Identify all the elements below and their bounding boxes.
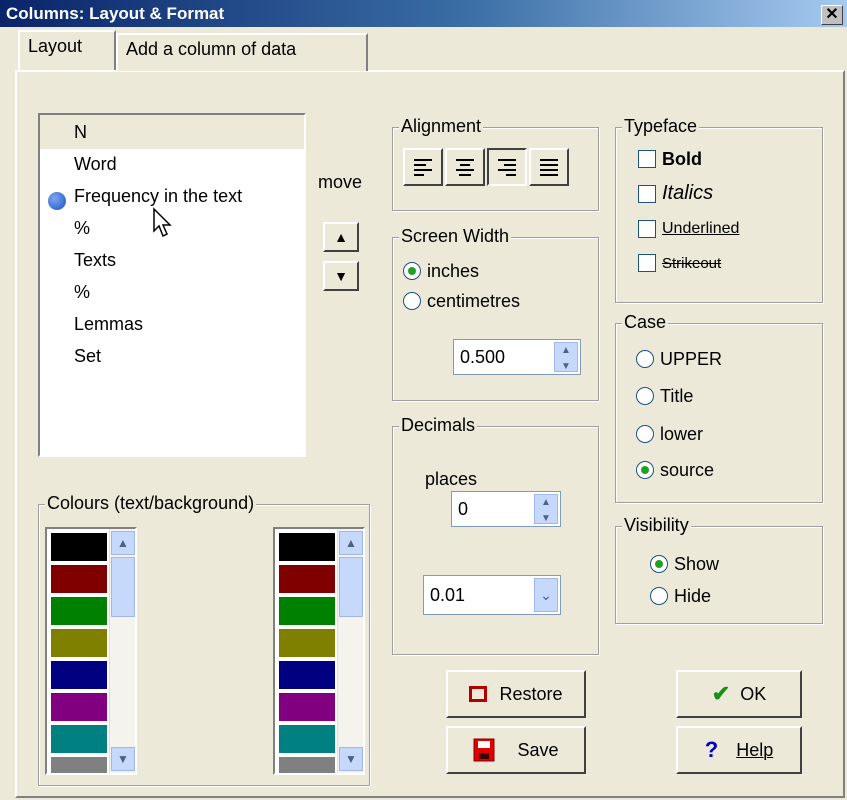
colour-swatch[interactable] xyxy=(51,725,107,753)
tab-layout[interactable]: Layout xyxy=(18,30,116,70)
align-justify-icon xyxy=(540,159,558,176)
align-left-button[interactable] xyxy=(403,148,443,186)
places-label: places xyxy=(425,469,478,489)
column-item[interactable]: Texts xyxy=(74,245,116,275)
column-item[interactable]: Set xyxy=(74,341,101,371)
scroll-thumb[interactable] xyxy=(339,557,363,617)
background-colour-list[interactable]: ▲ ▼ xyxy=(273,527,365,775)
move-label: move xyxy=(318,172,363,192)
alignment-title: Alignment xyxy=(399,116,484,137)
colour-swatch[interactable] xyxy=(51,597,107,625)
case-title-radio[interactable]: Title xyxy=(636,385,693,407)
show-radio[interactable]: Show xyxy=(650,553,719,575)
selected-bullet-icon xyxy=(48,192,66,210)
colours-group: Colours (text/background) ▲ ▼ ▲ ▼ xyxy=(38,493,370,786)
tab-add-column[interactable]: Add a column of data xyxy=(116,33,368,71)
case-lower-radio[interactable]: lower xyxy=(636,423,703,445)
screen-width-title: Screen Width xyxy=(399,226,512,247)
column-item[interactable]: N xyxy=(74,117,87,147)
case-source-radio[interactable]: source xyxy=(636,459,714,481)
arrow-down-icon: ▼ xyxy=(334,268,348,284)
colour-swatch[interactable] xyxy=(51,661,107,689)
align-left-icon xyxy=(414,159,432,176)
scroll-down-icon[interactable]: ▼ xyxy=(339,747,363,771)
colour-swatch[interactable] xyxy=(51,757,107,773)
inches-radio[interactable]: inches xyxy=(403,260,479,282)
scroll-down-icon[interactable]: ▼ xyxy=(111,747,135,771)
colour-swatch[interactable] xyxy=(279,533,335,561)
underlined-checkbox[interactable]: Underlined xyxy=(638,220,739,238)
text-colour-list[interactable]: ▲ ▼ xyxy=(45,527,137,775)
restore-button[interactable]: Restore xyxy=(446,670,586,718)
typeface-title: Typeface xyxy=(622,116,700,137)
align-right-icon xyxy=(498,159,516,176)
colour-swatch[interactable] xyxy=(51,533,107,561)
chevron-down-icon[interactable]: ⌄ xyxy=(534,578,558,612)
align-right-button[interactable] xyxy=(487,148,527,186)
alignment-group: Alignment xyxy=(392,116,599,211)
case-upper-radio[interactable]: UPPER xyxy=(636,348,722,370)
colour-swatch[interactable] xyxy=(279,661,335,689)
arrow-up-icon: ▲ xyxy=(334,229,348,245)
screen-width-group: Screen Width inches centimetres 0.500 ▲ ▼ xyxy=(392,226,599,401)
scroll-up-icon[interactable]: ▲ xyxy=(111,531,135,555)
column-item[interactable]: Lemmas xyxy=(74,309,143,339)
places-spinner[interactable]: 0 ▲ ▼ xyxy=(451,491,561,527)
checkmark-icon: ✔ xyxy=(711,681,731,706)
centimetres-radio[interactable]: centimetres xyxy=(403,290,520,312)
italics-checkbox[interactable]: Italics xyxy=(638,182,713,205)
scroll-thumb[interactable] xyxy=(111,557,135,617)
floppy-disk-icon xyxy=(473,738,495,762)
spinner-arrows-icon[interactable]: ▲ ▼ xyxy=(554,342,578,372)
colours-title: Colours (text/background) xyxy=(45,493,257,514)
ok-button[interactable]: ✔ OK xyxy=(676,670,802,718)
move-down-button[interactable]: ▼ xyxy=(323,261,359,291)
scrollbar[interactable]: ▲ ▼ xyxy=(337,529,363,773)
colour-swatch[interactable] xyxy=(51,629,107,657)
column-item[interactable]: Word xyxy=(74,149,117,179)
decimals-title: Decimals xyxy=(399,415,478,436)
colour-swatch[interactable] xyxy=(279,725,335,753)
case-group: Case UPPER Title lower source xyxy=(615,312,823,503)
align-center-button[interactable] xyxy=(445,148,485,186)
colour-swatch[interactable] xyxy=(279,693,335,721)
bold-checkbox[interactable]: Bold xyxy=(638,148,702,170)
close-button[interactable]: ✕ xyxy=(821,5,843,25)
colour-swatch[interactable] xyxy=(279,757,335,773)
align-center-icon xyxy=(456,159,474,176)
save-button[interactable]: Save xyxy=(446,726,586,774)
align-justify-button[interactable] xyxy=(529,148,569,186)
case-title: Case xyxy=(622,312,669,333)
decimals-group: Decimals places 0 ▲ ▼ 0.01 ⌄ xyxy=(392,415,599,655)
column-list[interactable]: N Word Frequency in the text % Texts % L… xyxy=(38,113,306,457)
question-mark-icon: ? xyxy=(704,737,719,762)
move-up-button[interactable]: ▲ xyxy=(323,222,359,252)
screen-width-spinner[interactable]: 0.500 ▲ ▼ xyxy=(453,339,581,375)
hide-radio[interactable]: Hide xyxy=(650,585,711,607)
typeface-group: Typeface Bold Italics Underlined Strikeo… xyxy=(615,116,823,303)
colour-swatch[interactable] xyxy=(51,693,107,721)
strikeout-checkbox[interactable]: Strikeout xyxy=(638,254,721,273)
colour-swatch[interactable] xyxy=(51,565,107,593)
column-item[interactable]: % xyxy=(74,213,90,243)
visibility-group: Visibility Show Hide xyxy=(615,515,823,624)
column-item[interactable]: % xyxy=(74,277,90,307)
colour-swatch[interactable] xyxy=(279,597,335,625)
spinner-arrows-icon[interactable]: ▲ ▼ xyxy=(534,494,558,524)
colour-swatch[interactable] xyxy=(279,629,335,657)
scroll-up-icon[interactable]: ▲ xyxy=(339,531,363,555)
rounding-dropdown[interactable]: 0.01 ⌄ xyxy=(423,575,561,615)
scrollbar[interactable]: ▲ ▼ xyxy=(109,529,135,773)
colour-swatch[interactable] xyxy=(279,565,335,593)
restore-icon xyxy=(469,686,488,702)
visibility-title: Visibility xyxy=(622,515,691,536)
mouse-pointer-icon xyxy=(153,207,172,238)
help-button[interactable]: ? Help xyxy=(676,726,802,774)
window-title: Columns: Layout & Format xyxy=(6,4,225,23)
